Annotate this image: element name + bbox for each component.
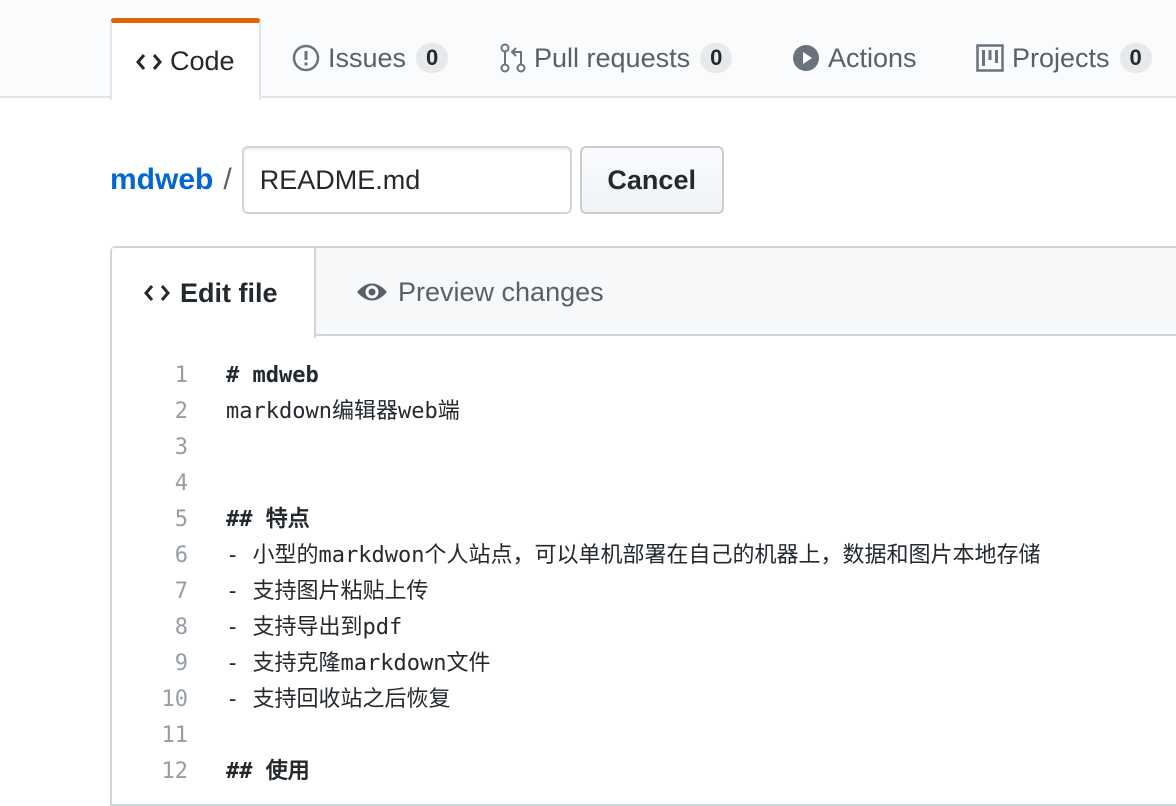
git-pull-request-icon xyxy=(500,43,526,73)
tab-preview-changes-label: Preview changes xyxy=(398,276,604,307)
code-area[interactable]: 1 # mdweb 2 markdown编辑器web端 3 4 5 ## 特点 6 - … xyxy=(112,358,1176,790)
line-text: markdown编辑器web端 xyxy=(226,399,460,424)
code-line: 6 - 小型的markdwon个人站点，可以单机部署在自己的机器上，数据和图片本地… xyxy=(112,538,1176,574)
code-line: 2 markdown编辑器web端 xyxy=(112,394,1176,430)
tab-actions-label: Actions xyxy=(828,42,917,73)
line-number: 2 xyxy=(174,399,188,424)
code-line: 1 # mdweb xyxy=(112,358,1176,394)
pull-requests-counter: 0 xyxy=(700,43,733,73)
code-line: 7 - 支持图片粘贴上传 xyxy=(112,574,1176,610)
play-icon xyxy=(792,44,820,72)
line-number: 5 xyxy=(174,507,188,532)
tab-pull-requests-label: Pull requests xyxy=(534,42,691,73)
cancel-button[interactable]: Cancel xyxy=(579,146,724,214)
line-text: ## 使用 xyxy=(226,759,310,784)
repo-link[interactable]: mdweb xyxy=(110,163,213,197)
editor-tabs: Edit file Preview changes xyxy=(112,248,1176,338)
tab-edit-file[interactable]: Edit file xyxy=(112,248,316,338)
line-number: 3 xyxy=(174,435,188,460)
line-number: 1 xyxy=(174,363,188,388)
line-number: 8 xyxy=(174,615,188,640)
tab-preview-changes[interactable]: Preview changes xyxy=(356,248,604,336)
line-text: # mdweb xyxy=(226,363,319,388)
repo-nav: Code Issues 0 Pull requests 0 Actions Pr… xyxy=(0,0,1176,100)
line-number: 6 xyxy=(174,543,188,568)
line-number: 11 xyxy=(161,723,189,748)
breadcrumb: mdweb / Cancel xyxy=(110,146,724,214)
tab-pull-requests[interactable]: Pull requests 0 xyxy=(500,18,733,98)
file-editor: Edit file Preview changes 1 # mdweb 2 mark… xyxy=(110,246,1176,806)
tab-issues-label: Issues xyxy=(328,42,407,73)
tab-issues[interactable]: Issues 0 xyxy=(292,18,449,98)
line-number: 10 xyxy=(161,687,189,712)
line-text: - 支持回收站之后恢复 xyxy=(226,687,451,712)
breadcrumb-separator: / xyxy=(223,163,232,196)
issue-opened-icon xyxy=(292,44,320,72)
line-text: - 小型的markdwon个人站点，可以单机部署在自己的机器上，数据和图片本地存… xyxy=(226,543,1041,568)
line-number: 7 xyxy=(174,579,188,604)
code-icon xyxy=(144,283,170,303)
line-number: 4 xyxy=(174,471,188,496)
line-text: ## 特点 xyxy=(226,507,310,532)
line-number: 9 xyxy=(174,651,188,676)
code-line: 4 xyxy=(112,466,1176,502)
code-line: 9 - 支持克隆markdown文件 xyxy=(112,646,1176,682)
code-line: 3 xyxy=(112,430,1176,466)
tab-code[interactable]: Code xyxy=(110,18,261,100)
tab-edit-file-label: Edit file xyxy=(180,277,278,308)
tab-actions[interactable]: Actions xyxy=(792,18,917,98)
code-line: 11 xyxy=(112,718,1176,754)
line-text: - 支持克隆markdown文件 xyxy=(226,651,491,676)
issues-counter: 0 xyxy=(416,43,449,73)
project-icon xyxy=(976,44,1004,72)
filename-input[interactable] xyxy=(241,146,572,214)
line-text: - 支持图片粘贴上传 xyxy=(226,579,429,604)
line-number: 12 xyxy=(161,759,189,784)
line-text: - 支持导出到pdf xyxy=(226,615,403,640)
eye-icon xyxy=(356,281,388,303)
projects-counter: 0 xyxy=(1119,43,1152,73)
tab-code-label: Code xyxy=(170,46,235,76)
tab-projects[interactable]: Projects 0 xyxy=(976,18,1152,98)
code-icon xyxy=(136,52,162,72)
code-line: 12 ## 使用 xyxy=(112,754,1176,790)
code-line: 5 ## 特点 xyxy=(112,502,1176,538)
code-line: 10 - 支持回收站之后恢复 xyxy=(112,682,1176,718)
tab-projects-label: Projects xyxy=(1012,42,1110,73)
code-line: 8 - 支持导出到pdf xyxy=(112,610,1176,646)
